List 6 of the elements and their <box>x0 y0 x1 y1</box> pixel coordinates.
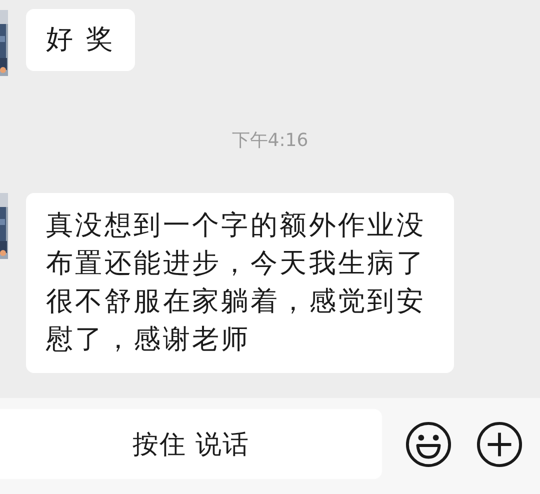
plus-icon[interactable] <box>476 420 523 468</box>
timestamp: 下午4:16 <box>232 129 308 152</box>
message-bubble: 真没想到一个字的额外作业没布置还能进步，今天我生病了很不舒服在家躺着，感觉到安慰了，感谢老师 <box>26 193 454 373</box>
emoji-icon[interactable] <box>405 420 452 468</box>
hold-to-talk-button[interactable]: 按住 说话 <box>0 409 382 479</box>
message-bubble: 好 奖 <box>26 9 136 71</box>
